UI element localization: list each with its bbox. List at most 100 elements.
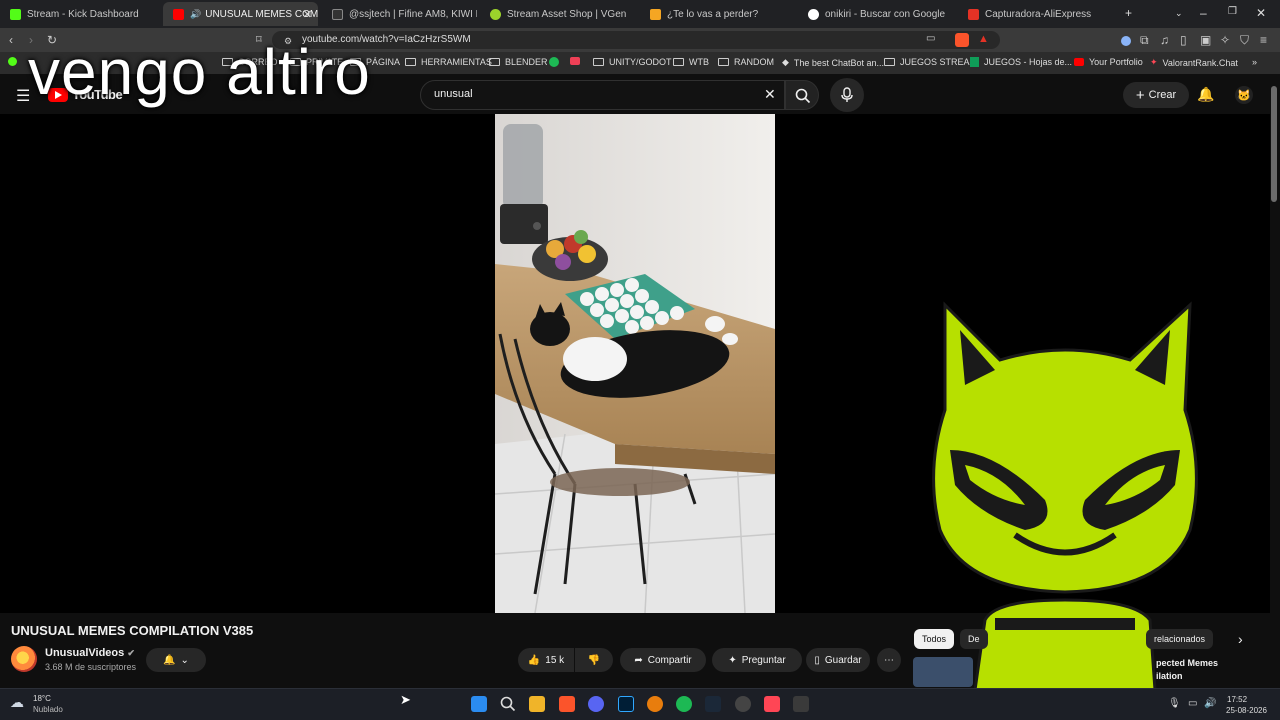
- chip-todos[interactable]: Todos: [914, 629, 955, 649]
- search-button[interactable]: [785, 80, 819, 110]
- more-actions-button[interactable]: ⋯: [877, 648, 901, 672]
- tab-perder[interactable]: ¿Te lo vas a perder?: [640, 2, 800, 26]
- discord-icon[interactable]: [588, 696, 604, 712]
- close-tab-icon[interactable]: ✕: [303, 8, 312, 21]
- suggested-video-title[interactable]: pected Memes ilation: [1156, 657, 1218, 683]
- bookmark-juegos-hojas[interactable]: JUEGOS - Hojas de...: [970, 57, 1072, 67]
- bookmark-unity-godot[interactable]: UNITY/GODOT: [593, 57, 672, 67]
- weather-temperature[interactable]: 18°C: [33, 694, 51, 703]
- aliexpress-icon: [968, 8, 979, 20]
- windows-taskbar: [0, 688, 1280, 720]
- suggested-video-thumbnail[interactable]: [913, 657, 973, 687]
- browser-tab-strip: Stream - Kick Dashboard 🔊 UNUSUAL MEMES …: [0, 0, 1280, 28]
- network-icon[interactable]: ▭: [1188, 698, 1197, 709]
- brave-browser-icon[interactable]: [559, 696, 575, 712]
- subscribe-notifications-button[interactable]: 🔔 ⌄: [146, 648, 206, 672]
- microphone-tray-icon[interactable]: 🎙: [1168, 698, 1181, 709]
- bookmark-juegos-stream[interactable]: JUEGOS STREAM: [884, 57, 977, 67]
- bookmark-valorant[interactable]: ✦ ValorantRank.Chat: [1150, 57, 1238, 68]
- folder-icon: [593, 58, 604, 66]
- minimize-icon[interactable]: –: [1200, 6, 1207, 20]
- bookmark-wtb[interactable]: WTB: [673, 57, 709, 67]
- save-button[interactable]: ▯ Guardar: [806, 648, 870, 672]
- brave-shield-icon[interactable]: [955, 33, 969, 47]
- video-frame[interactable]: [495, 114, 775, 613]
- maximize-icon[interactable]: ❐: [1228, 6, 1237, 17]
- voice-search-button[interactable]: [830, 78, 864, 112]
- bookmark-r-icon[interactable]: [549, 57, 559, 67]
- vgen-icon: [490, 8, 501, 20]
- leo-icon[interactable]: ✧: [1220, 33, 1230, 47]
- terminal-icon[interactable]: [793, 696, 809, 712]
- tab-label: @ssjtech | Fifine AM8, KIWI EARS E: [349, 8, 477, 20]
- wallet-icon[interactable]: ▣: [1200, 33, 1211, 47]
- bookmark-blender[interactable]: BLENDER: [489, 57, 548, 67]
- bookmark-pocket-icon[interactable]: [570, 57, 580, 65]
- search-icon: [795, 88, 811, 104]
- thumbs-up-icon: 👍: [527, 654, 541, 666]
- spotify-icon[interactable]: [676, 696, 692, 712]
- tab-label: Capturadora-AliExpress: [985, 8, 1092, 20]
- steam-icon[interactable]: [705, 696, 721, 712]
- bookmark-random[interactable]: RANDOM: [718, 57, 774, 67]
- volume-icon[interactable]: 🔊: [1204, 698, 1216, 709]
- bookmark-herramientas[interactable]: HERRAMIENTAS: [405, 57, 492, 67]
- windows-start-icon[interactable]: [471, 696, 487, 712]
- chip-de[interactable]: De: [960, 629, 988, 649]
- ask-button[interactable]: ✦ Preguntar: [712, 648, 802, 672]
- bookmark-chatbot[interactable]: ◆ The best ChatBot an...: [782, 57, 884, 68]
- vpn-icon[interactable]: ⛉: [1240, 33, 1249, 48]
- notifications-bell-icon[interactable]: 🔔: [1197, 86, 1214, 103]
- weather-description[interactable]: Nublado: [33, 705, 63, 714]
- blender-icon[interactable]: [647, 696, 663, 712]
- bookmark-portfolio[interactable]: Your Portfolio: [1074, 57, 1143, 67]
- folder-icon: [718, 58, 729, 66]
- tab-ssjtech[interactable]: @ssjtech | Fifine AM8, KIWI EARS E: [322, 2, 477, 26]
- puzzle-icon[interactable]: ⧉: [1140, 33, 1149, 48]
- chips-next-icon[interactable]: ›: [1238, 631, 1243, 647]
- music-icon[interactable]: ♫: [1160, 33, 1169, 47]
- tab-youtube-active[interactable]: 🔊 UNUSUAL MEMES COMPILA ✕: [163, 2, 318, 26]
- obs-icon[interactable]: [735, 696, 751, 712]
- clear-search-icon[interactable]: ✕: [764, 86, 776, 103]
- close-window-icon[interactable]: ✕: [1256, 6, 1266, 20]
- chip-relacionados[interactable]: relacionados: [1146, 629, 1214, 649]
- sidebar-icon[interactable]: ▯: [1180, 33, 1187, 47]
- new-tab-icon[interactable]: +: [1125, 6, 1132, 20]
- photoshop-icon[interactable]: [618, 696, 634, 712]
- bell-icon: 🔔: [163, 654, 176, 666]
- channel-name[interactable]: UnusualVideos ✔: [45, 647, 135, 659]
- menu-icon[interactable]: ≡: [1260, 33, 1267, 47]
- tab-label: onikiri - Buscar con Google: [825, 8, 946, 20]
- like-button[interactable]: 👍 15 k: [518, 648, 574, 672]
- tab-vgen[interactable]: Stream Asset Shop | VGen: [480, 2, 640, 26]
- share-button[interactable]: ➦ Compartir: [620, 648, 706, 672]
- back-icon[interactable]: ‹: [9, 33, 13, 47]
- taskbar-search-icon[interactable]: [500, 696, 516, 712]
- valorant-icon[interactable]: [764, 696, 780, 712]
- tab-aliexpress[interactable]: Capturadora-AliExpress: [958, 2, 1118, 26]
- weather-cloud-icon[interactable]: ☁: [10, 694, 24, 711]
- account-avatar[interactable]: 🐱: [1235, 86, 1253, 104]
- tiktok-icon: [332, 8, 343, 20]
- cast-icon[interactable]: ▭: [926, 33, 935, 44]
- verified-icon: ✔: [127, 648, 135, 658]
- page-scrollbar[interactable]: [1271, 86, 1277, 202]
- search-input[interactable]: unusual: [434, 88, 473, 100]
- tab-kick-dashboard[interactable]: Stream - Kick Dashboard: [0, 2, 160, 26]
- rewards-icon[interactable]: ▲: [978, 33, 989, 45]
- create-button[interactable]: + Crear: [1123, 82, 1189, 108]
- extension-icon[interactable]: [1121, 36, 1131, 46]
- tab-label: ¿Te lo vas a perder?: [667, 8, 759, 20]
- bookmark-green-icon[interactable]: [8, 57, 17, 66]
- dislike-button[interactable]: 👎: [575, 648, 613, 672]
- clock-date[interactable]: 25-08-2026: [1226, 706, 1267, 715]
- tab-list-icon[interactable]: ⌄: [1175, 8, 1183, 19]
- file-explorer-icon[interactable]: [529, 696, 545, 712]
- kick-icon: [10, 8, 21, 20]
- channel-avatar[interactable]: [11, 646, 37, 672]
- tab-google[interactable]: onikiri - Buscar con Google: [798, 2, 958, 26]
- more-bookmarks-icon[interactable]: »: [1252, 57, 1257, 67]
- clock-time[interactable]: 17:52: [1227, 695, 1247, 704]
- search-input-container[interactable]: [420, 80, 785, 110]
